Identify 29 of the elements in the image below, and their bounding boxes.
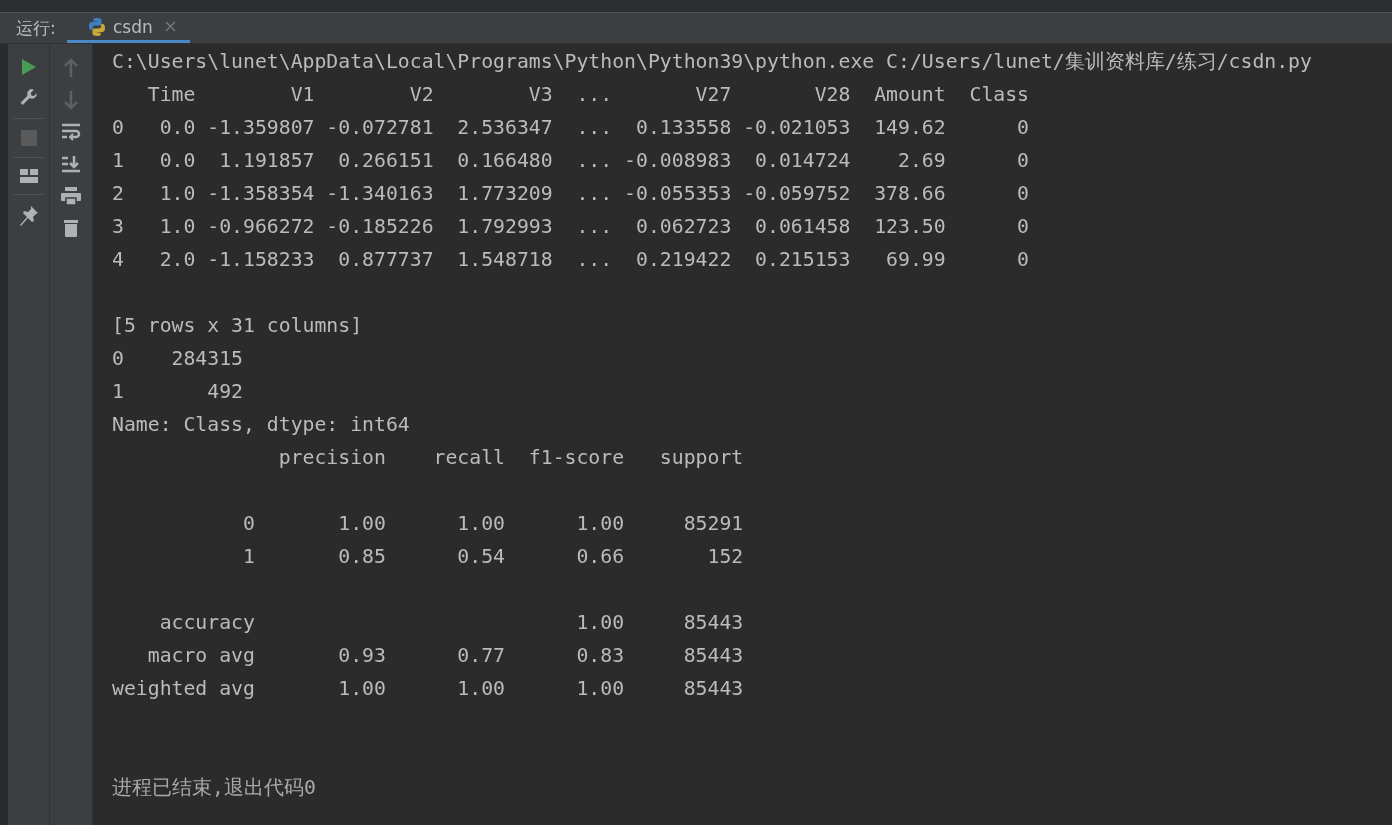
console-line: 1 0.0 1.191857 0.266151 0.166480 ... -0.008983 0.014724 2.69 0 — [112, 148, 1031, 174]
exit-message: 进程已结束,退出代码0 — [112, 775, 317, 801]
trash-icon[interactable] — [63, 218, 79, 238]
console-line: 0 0.0 -1.359807 -0.072781 2.536347 ... 0.133558 -0.021053 149.62 0 — [112, 115, 1031, 141]
console-line: weighted avg 1.00 1.00 1.00 85443 — [112, 676, 745, 702]
wrench-icon[interactable] — [18, 88, 39, 108]
console-line: 0 1.00 1.00 1.00 85291 — [242, 511, 745, 537]
console-line: 1 492 — [112, 379, 244, 405]
console-line: macro avg 0.93 0.77 0.83 85443 — [146, 643, 745, 669]
console-line: accuracy 1.00 85443 — [158, 610, 745, 636]
console-line: 3 1.0 -0.966272 -0.185226 1.792993 ... 0.062723 0.061458 123.50 0 — [112, 214, 1031, 240]
pin-icon[interactable] — [18, 205, 39, 227]
console-line: precision recall f1-score support — [277, 445, 745, 471]
soft-wrap-icon[interactable] — [61, 122, 81, 142]
console-line: 2 1.0 -1.358354 -1.340163 1.773209 ... -0.055353 -0.059752 378.66 0 — [112, 181, 1031, 207]
python-icon — [87, 16, 107, 37]
console-line: [5 rows x 31 columns] — [112, 313, 364, 339]
scroll-to-end-icon[interactable] — [61, 154, 81, 174]
console-line: Name: Class, dtype: int64 — [112, 412, 411, 438]
console-line: Time V1 V2 V3 ... V27 V28 Amount Class — [146, 82, 1031, 108]
console-line: 4 2.0 -1.158233 0.877737 1.548718 ... 0.219422 0.215153 69.99 0 — [112, 247, 1031, 273]
layout-icon[interactable] — [18, 168, 39, 184]
console-line: C:\Users\lunet\AppData\Local\Programs\Python\Python39\python.exe C:/Users/lunet/集训资料库/练习/csdn.py — [112, 49, 1313, 75]
run-panel-label: 运行: — [15, 16, 57, 40]
run-icon[interactable] — [20, 58, 37, 76]
console-line: 1 0.85 0.54 0.66 152 — [242, 544, 745, 570]
print-icon[interactable] — [60, 186, 82, 206]
close-icon[interactable] — [164, 21, 176, 32]
console-line: 0 284315 — [112, 346, 244, 372]
